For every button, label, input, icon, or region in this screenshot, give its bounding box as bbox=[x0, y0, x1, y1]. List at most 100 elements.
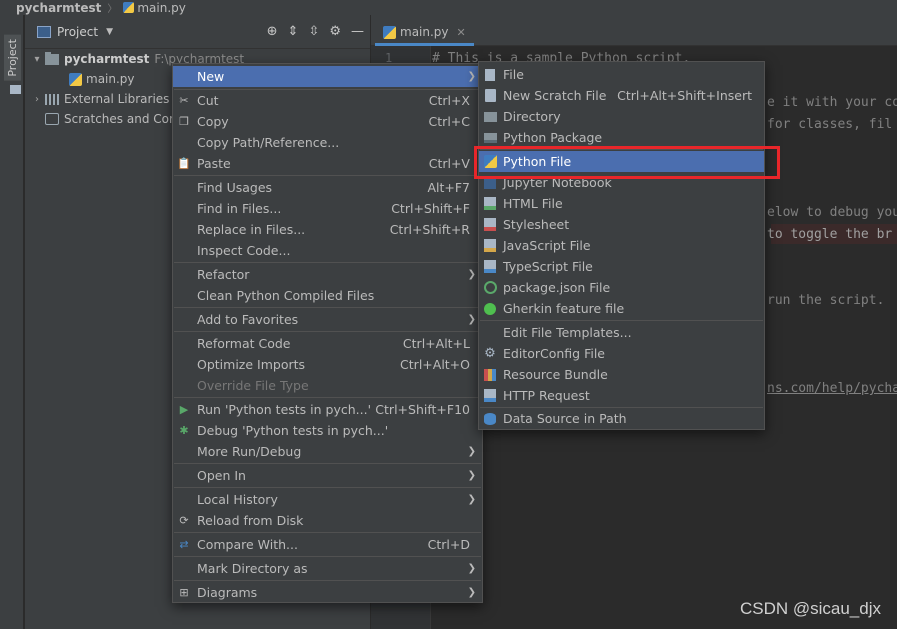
menu-item-find-in-files[interactable]: Find in Files... Ctrl+Shift+F bbox=[173, 198, 482, 219]
new-item-edit-templates[interactable]: Edit File Templates... bbox=[479, 322, 764, 343]
hide-icon[interactable]: — bbox=[351, 24, 364, 39]
menu-separator bbox=[174, 580, 481, 581]
directory-icon bbox=[483, 111, 497, 122]
menu-item-override-file-type: Override File Type bbox=[197, 378, 309, 393]
python-file-icon bbox=[383, 25, 396, 39]
library-icon bbox=[45, 93, 59, 105]
menu-separator bbox=[174, 532, 481, 533]
new-item-gherkin[interactable]: Gherkin feature file bbox=[479, 298, 764, 319]
code-line: e it with your co bbox=[767, 95, 897, 110]
javascript-icon bbox=[484, 239, 496, 252]
typescript-icon bbox=[484, 260, 496, 273]
menu-item-optimize-imports[interactable]: Optimize Imports Ctrl+Alt+O bbox=[173, 354, 482, 375]
file-icon bbox=[485, 68, 495, 81]
menu-separator bbox=[480, 320, 763, 321]
menu-item-refactor[interactable]: Refactor ❯ bbox=[173, 264, 482, 285]
new-item-python-package[interactable]: Python Package bbox=[479, 127, 764, 148]
menu-item-paste[interactable]: 📋 Paste Ctrl+V bbox=[173, 153, 482, 174]
menu-item-reformat-code[interactable]: Reformat Code Ctrl+Alt+L bbox=[173, 333, 482, 354]
chevron-down-icon[interactable]: ▼ bbox=[106, 27, 113, 37]
reload-icon: ⟳ bbox=[179, 514, 189, 527]
menu-item-mark-directory[interactable]: Mark Directory as ❯ bbox=[173, 558, 482, 579]
tab-label: main.py bbox=[400, 25, 449, 39]
locate-icon[interactable]: ⊕ bbox=[267, 24, 278, 39]
python-file-icon bbox=[123, 2, 135, 13]
menu-item-find-usages[interactable]: Find Usages Alt+F7 bbox=[173, 177, 482, 198]
menu-item-more-run-debug[interactable]: More Run/Debug ❯ bbox=[173, 441, 482, 462]
project-pane-toolbar: ⊕ ⇕ ⇳ ⚙ — bbox=[267, 24, 364, 39]
chevron-right-icon: ❯ bbox=[467, 563, 476, 574]
tab-main-py[interactable]: main.py ✕ bbox=[375, 21, 474, 46]
python-file-icon bbox=[69, 72, 82, 86]
menu-item-replace-in-files[interactable]: Replace in Files... Ctrl+Shift+R bbox=[173, 219, 482, 240]
project-view-icon bbox=[37, 25, 51, 38]
new-item-directory[interactable]: Directory bbox=[479, 106, 764, 127]
menu-item-new[interactable]: New ❯ bbox=[173, 66, 482, 87]
menu-item-copy[interactable]: ❐ Copy Ctrl+C bbox=[173, 111, 482, 132]
breadcrumb-root[interactable]: pycharmtest bbox=[16, 1, 101, 15]
menu-item-reload-from-disk[interactable]: ⟳ Reload from Disk bbox=[173, 510, 482, 531]
menu-separator bbox=[174, 397, 481, 398]
run-icon: ▶ bbox=[179, 403, 189, 416]
gherkin-icon bbox=[484, 302, 496, 315]
resource-bundle-icon bbox=[484, 368, 496, 381]
menu-item-run-tests[interactable]: ▶ Run 'Python tests in pych...' Ctrl+Shi… bbox=[173, 399, 482, 420]
scratches-icon bbox=[45, 113, 59, 125]
menu-item-copy-path[interactable]: Copy Path/Reference... bbox=[173, 132, 482, 153]
cut-icon: ✂ bbox=[179, 94, 189, 107]
menu-item-open-in[interactable]: Open In ❯ bbox=[173, 465, 482, 486]
tree-item-label: External Libraries bbox=[64, 92, 170, 106]
new-item-javascript[interactable]: JavaScript File bbox=[479, 235, 764, 256]
menu-item-debug-tests[interactable]: ✱ Debug 'Python tests in pych...' bbox=[173, 420, 482, 441]
new-item-resource-bundle[interactable]: Resource Bundle bbox=[479, 364, 764, 385]
menu-separator bbox=[174, 556, 481, 557]
scratch-file-icon bbox=[484, 89, 496, 102]
menu-item-inspect-code[interactable]: Inspect Code... bbox=[173, 240, 482, 261]
data-source-icon bbox=[484, 412, 496, 425]
chevron-right-icon: ❯ bbox=[467, 494, 476, 505]
compare-icon: ⇄ bbox=[179, 538, 189, 551]
project-tool-tab[interactable]: Project bbox=[4, 35, 21, 81]
annotation-highlight-box bbox=[474, 146, 780, 179]
menu-item-clean-compiled[interactable]: Clean Python Compiled Files bbox=[173, 285, 482, 306]
menu-separator bbox=[174, 487, 481, 488]
collapse-all-icon[interactable]: ⇳ bbox=[308, 24, 319, 39]
chevron-right-icon[interactable]: › bbox=[29, 94, 45, 105]
breadcrumb: pycharmtest 〉 main.py bbox=[0, 0, 897, 15]
chevron-right-icon: ❯ bbox=[467, 71, 476, 82]
menu-item-add-to-favorites[interactable]: Add to Favorites ❯ bbox=[173, 309, 482, 330]
tool-strip: Project bbox=[0, 15, 24, 629]
new-item-data-source[interactable]: Data Source in Path bbox=[479, 408, 764, 429]
folder-icon bbox=[10, 85, 21, 94]
chevron-right-icon: ❯ bbox=[467, 269, 476, 280]
menu-item-compare-with[interactable]: ⇄ Compare With... Ctrl+D bbox=[173, 534, 482, 555]
paste-icon: 📋 bbox=[177, 157, 191, 170]
http-request-icon bbox=[484, 389, 496, 402]
npm-icon bbox=[483, 281, 497, 294]
tree-item-label: Scratches and Cor bbox=[64, 112, 174, 126]
debug-icon: ✱ bbox=[179, 424, 189, 437]
chevron-right-icon: ❯ bbox=[467, 314, 476, 325]
new-item-scratch-file[interactable]: New Scratch File Ctrl+Alt+Shift+Insert bbox=[479, 85, 764, 106]
new-item-file[interactable]: File bbox=[479, 64, 764, 85]
chevron-down-icon[interactable]: ▾ bbox=[29, 54, 45, 65]
new-item-editorconfig[interactable]: ⚙ EditorConfig File bbox=[479, 343, 764, 364]
project-pane-title[interactable]: Project bbox=[57, 25, 98, 39]
context-menu: New ❯ ✂ Cut Ctrl+X ❐ Copy Ctrl+C Copy Pa… bbox=[172, 63, 483, 603]
menu-item-cut[interactable]: ✂ Cut Ctrl+X bbox=[173, 90, 482, 111]
menu-item-local-history[interactable]: Local History ❯ bbox=[173, 489, 482, 510]
gear-icon[interactable]: ⚙ bbox=[329, 24, 341, 39]
menu-separator bbox=[174, 307, 481, 308]
expand-all-icon[interactable]: ⇕ bbox=[288, 24, 299, 39]
breadcrumb-file[interactable]: main.py bbox=[137, 1, 186, 15]
close-icon[interactable]: ✕ bbox=[457, 26, 466, 39]
menu-item-diagrams[interactable]: ⊞ Diagrams ❯ bbox=[173, 582, 482, 603]
new-item-package-json[interactable]: package.json File bbox=[479, 277, 764, 298]
new-item-html[interactable]: HTML File bbox=[479, 193, 764, 214]
code-line: elow to debug you bbox=[767, 205, 897, 220]
breadcrumb-separator-icon: 〉 bbox=[107, 4, 118, 15]
new-item-stylesheet[interactable]: Stylesheet bbox=[479, 214, 764, 235]
new-item-typescript[interactable]: TypeScript File bbox=[479, 256, 764, 277]
new-item-http-request[interactable]: HTTP Request bbox=[479, 385, 764, 406]
code-line-url[interactable]: ns.com/help/pycha bbox=[767, 381, 897, 396]
